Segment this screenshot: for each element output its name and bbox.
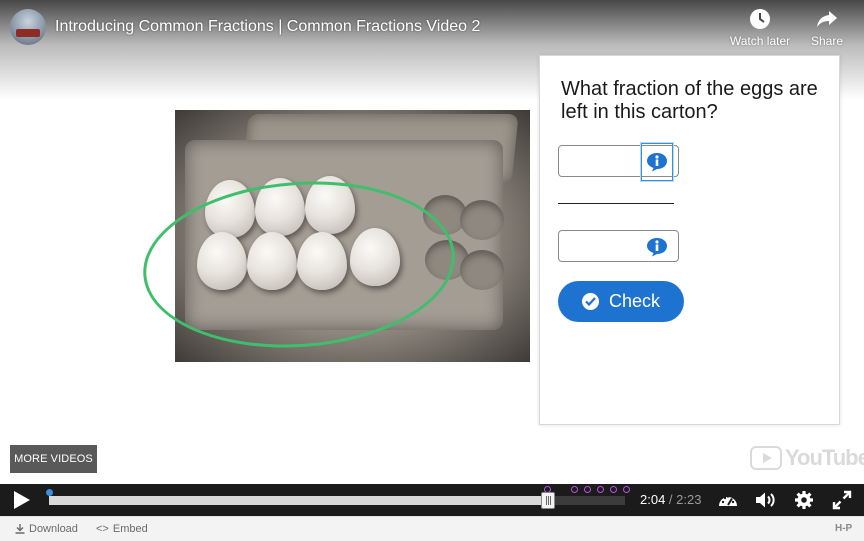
numerator-tip-button[interactable]: [641, 143, 673, 181]
share-arrow-icon: [817, 11, 837, 27]
embed-link[interactable]: <> Embed: [96, 523, 148, 535]
download-link[interactable]: Download: [15, 523, 78, 535]
interaction-marker[interactable]: [571, 486, 579, 493]
seek-bar-played: [49, 496, 549, 505]
check-button-label: Check: [608, 291, 661, 311]
interaction-marker[interactable]: [623, 486, 631, 493]
play-button[interactable]: [10, 490, 32, 510]
quiz-question: What fraction of the eggs are left in th…: [561, 78, 818, 123]
channel-avatar[interactable]: [10, 9, 46, 45]
youtube-wordmark: YouTube: [785, 445, 864, 470]
checkmark-circle-icon: [581, 293, 599, 310]
h5p-footer: Download <> Embed H-P: [0, 516, 864, 541]
current-time: 2:04: [640, 492, 666, 507]
embed-code-icon: <>: [96, 523, 109, 535]
seek-bar[interactable]: [46, 486, 631, 509]
volume-icon: [756, 492, 775, 508]
seek-start-marker: [46, 489, 53, 496]
play-icon: [14, 491, 30, 509]
fullscreen-icon: [832, 490, 852, 510]
fraction-bar: [558, 203, 674, 204]
watch-later-label: Watch later: [729, 34, 791, 48]
volume-button[interactable]: [754, 489, 778, 511]
interaction-marker[interactable]: [610, 486, 618, 493]
time-separator: /: [665, 492, 677, 507]
embed-label: Embed: [112, 523, 148, 535]
download-label: Download: [29, 523, 78, 535]
time-display: 2:04 / 2:23: [640, 492, 701, 507]
duration: 2:23: [676, 492, 702, 507]
denominator-tip-button[interactable]: [641, 228, 673, 266]
share-button[interactable]: Share: [792, 8, 862, 48]
share-label: Share: [810, 34, 844, 48]
video-title[interactable]: Introducing Common Fractions | Common Fr…: [55, 18, 480, 36]
h5p-logo[interactable]: H-P: [835, 523, 852, 534]
playback-speed-button[interactable]: [716, 489, 740, 511]
more-videos-button[interactable]: MORE VIDEOS: [10, 445, 97, 473]
check-button[interactable]: Check: [558, 281, 684, 322]
fill-in-fraction-card: What fraction of the eggs are left in th…: [539, 55, 840, 425]
settings-gear-icon: [795, 491, 813, 509]
seek-handle[interactable]: [541, 492, 556, 509]
interaction-marker[interactable]: [597, 486, 605, 493]
settings-button[interactable]: [792, 489, 816, 511]
interaction-marker[interactable]: [584, 486, 592, 493]
info-icon: [647, 238, 667, 257]
download-icon: [15, 524, 25, 534]
youtube-logo[interactable]: YouTube: [750, 445, 864, 471]
video-stage[interactable]: Introducing Common Fractions | Common Fr…: [0, 0, 864, 484]
youtube-play-icon: [750, 446, 782, 470]
playback-speed-icon: [719, 495, 737, 506]
watch-later-button[interactable]: Watch later: [725, 8, 795, 48]
fullscreen-button[interactable]: [830, 489, 854, 511]
clock-icon: [750, 9, 770, 29]
info-icon: [647, 153, 667, 172]
player-control-bar: 2:04 / 2:23: [0, 484, 864, 516]
